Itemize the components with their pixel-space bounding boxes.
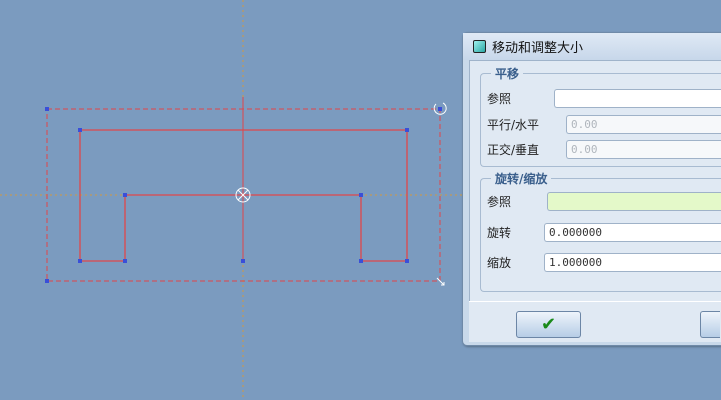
rotate-scale-group: 旋转/缩放 参照 旋转 0.000000 缩放 1.000000 <box>480 170 721 292</box>
translate-legend: 平移 <box>491 65 524 82</box>
vertical-label: 正交/垂直 <box>487 143 540 157</box>
rotate-ref-label: 参照 <box>487 195 512 209</box>
horizontal-input[interactable]: 0.00 <box>566 115 721 134</box>
cancel-button[interactable] <box>700 311 720 338</box>
dialog-app-icon <box>473 40 486 53</box>
scale-label: 缩放 <box>487 256 512 270</box>
ok-button[interactable]: ✔ <box>516 311 581 338</box>
translate-ref-label: 参照 <box>487 92 512 106</box>
dialog-footer: ✔ <box>469 301 721 342</box>
dialog-body: 平移 参照 平行/水平 0.00 正交/垂直 0.00 旋转/缩放 参照 旋转 … <box>469 60 721 302</box>
move-resize-dialog: 移动和调整大小 平移 参照 平行/水平 0.00 正交/垂直 0.00 旋转/缩… <box>462 32 721 346</box>
rotate-scale-legend: 旋转/缩放 <box>491 170 552 187</box>
rotate-label: 旋转 <box>487 226 512 240</box>
dialog-titlebar[interactable]: 移动和调整大小 <box>463 33 721 60</box>
scale-input[interactable]: 1.000000 <box>544 253 721 272</box>
rotate-ref-input[interactable] <box>547 192 721 211</box>
vertical-input[interactable]: 0.00 <box>566 140 721 159</box>
check-icon: ✔ <box>540 314 557 335</box>
dialog-title: 移动和调整大小 <box>492 41 584 56</box>
horizontal-label: 平行/水平 <box>487 118 540 132</box>
rotate-input[interactable]: 0.000000 <box>544 223 721 242</box>
translate-group: 平移 参照 平行/水平 0.00 正交/垂直 0.00 <box>480 65 721 167</box>
translate-ref-input[interactable] <box>554 89 721 108</box>
